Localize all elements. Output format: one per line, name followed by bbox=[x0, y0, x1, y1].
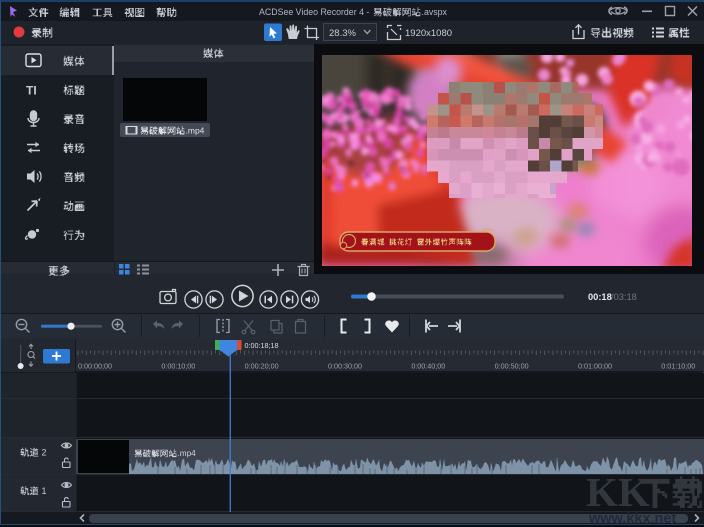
svg-text:KK: KK bbox=[586, 469, 650, 515]
svg-text:00:18: 00:18 bbox=[588, 292, 612, 302]
svg-text:0:01:00;00: 0:01:00;00 bbox=[578, 362, 612, 371]
svg-text:2: 2 bbox=[42, 448, 47, 458]
svg-text:0:01:10;00: 0:01:10;00 bbox=[661, 362, 695, 371]
svg-text:/03:18: /03:18 bbox=[611, 292, 637, 302]
svg-text:1: 1 bbox=[42, 486, 47, 496]
svg-text:0:00:20;00: 0:00:20;00 bbox=[245, 362, 279, 371]
svg-text:.mp4: .mp4 bbox=[186, 126, 205, 136]
svg-text:0:00:18;18: 0:00:18;18 bbox=[245, 341, 279, 350]
svg-text:0:00:00;00: 0:00:00;00 bbox=[78, 362, 112, 371]
svg-text:0:00:40;00: 0:00:40;00 bbox=[411, 362, 445, 371]
svg-text:1920x1080: 1920x1080 bbox=[405, 28, 452, 39]
svg-text:0:00:50;00: 0:00:50;00 bbox=[495, 362, 529, 371]
svg-text:.mp4: .mp4 bbox=[178, 449, 197, 458]
svg-text:.avspx: .avspx bbox=[422, 7, 448, 17]
svg-text:28.3%: 28.3% bbox=[329, 28, 356, 39]
svg-text:ACDSee Video Recorder 4 -: ACDSee Video Recorder 4 - bbox=[259, 7, 369, 17]
svg-text:0:00:10;00: 0:00:10;00 bbox=[161, 362, 195, 371]
svg-text:TI: TI bbox=[26, 84, 37, 98]
svg-text:0:00:30;00: 0:00:30;00 bbox=[328, 362, 362, 371]
